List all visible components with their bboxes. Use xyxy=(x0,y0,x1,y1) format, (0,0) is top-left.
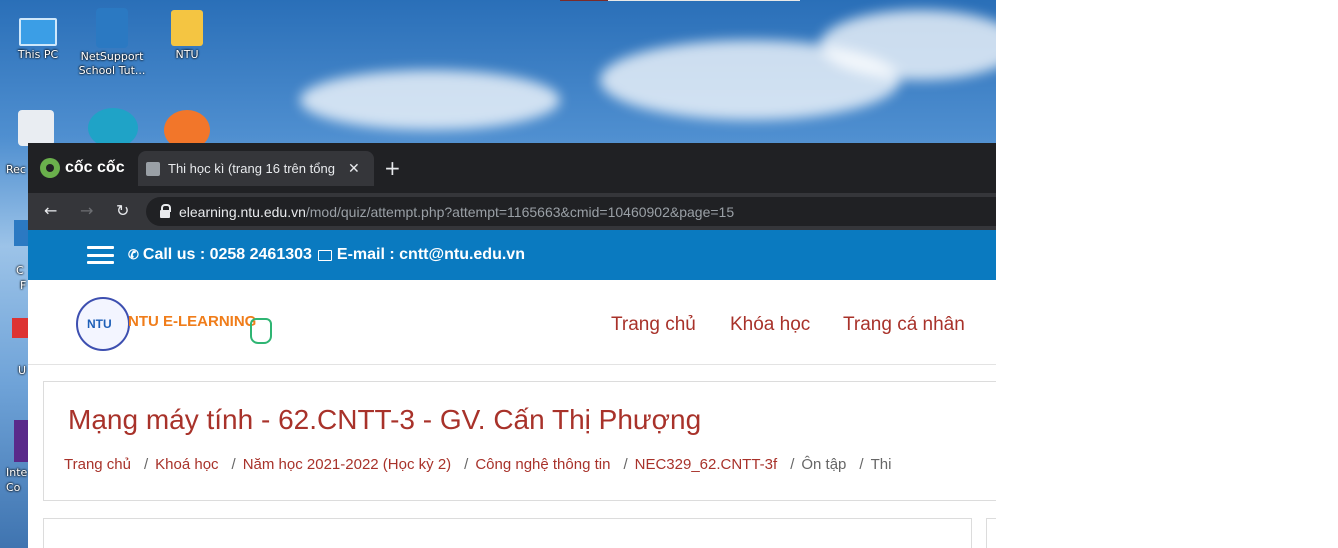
tab-title: Thi học kì (trang 16 trên tổng xyxy=(168,161,335,176)
desktop-icon-label: NetSupport School Tut... xyxy=(78,50,146,77)
desktop-partial-label: Co xyxy=(6,481,21,494)
new-tab-button[interactable]: + xyxy=(384,157,401,179)
address-bar[interactable]: elearning.ntu.edu.vn/mod/quiz/attempt.ph… xyxy=(146,197,996,226)
quiz-navigation-panel xyxy=(986,518,996,548)
nav-courses[interactable]: Khóa học xyxy=(730,314,810,336)
breadcrumb: Trang chủ / Khoá học / Năm học 2021-2022 (Họ… xyxy=(64,456,892,473)
mail-icon xyxy=(317,249,332,261)
tab-bar: cốc cốc Thi học kì (trang 16 trên tổng ✕… xyxy=(28,143,996,193)
menu-hamburger-icon[interactable] xyxy=(87,246,114,264)
desktop-partial-label: F xyxy=(20,279,27,292)
call-label: Call us : 0258 2461303 xyxy=(142,246,312,263)
monitor-icon xyxy=(19,18,57,46)
desktop-partial-label: C xyxy=(16,264,24,277)
brand-label: cốc cốc xyxy=(65,159,125,176)
breadcrumb-item[interactable]: Công nghệ thông tin xyxy=(475,456,610,473)
browser-toolbar: ← → ↻ elearning.ntu.edu.vn/mod/quiz/atte… xyxy=(28,193,996,230)
breadcrumb-item[interactable]: NEC329_62.CNTT-3f xyxy=(635,456,778,473)
browser-window: cốc cốc Thi học kì (trang 16 trên tổng ✕… xyxy=(28,143,996,548)
nav-profile[interactable]: Trang cá nhân xyxy=(843,314,965,336)
email-label[interactable]: E-mail : cntt@ntu.edu.vn xyxy=(337,246,525,264)
breadcrumb-item[interactable]: Năm học 2021-2022 (Học kỳ 2) xyxy=(243,456,451,473)
coccoc-brand[interactable]: cốc cốc xyxy=(40,157,125,179)
coccoc-logo-icon xyxy=(40,158,60,178)
netsupport-icon xyxy=(96,8,128,48)
desktop-partial-label: Inte xyxy=(6,466,28,479)
desktop-partial-label: U xyxy=(18,364,27,377)
close-tab-icon[interactable]: ✕ xyxy=(348,160,360,177)
top-strip xyxy=(608,0,800,1)
reload-button[interactable]: ↻ xyxy=(116,201,129,221)
url-host: elearning.ntu.edu.vn xyxy=(179,203,306,220)
desktop-partial-label: Rec xyxy=(6,163,26,176)
app-icon[interactable] xyxy=(12,318,28,338)
desktop-icon-netsupport[interactable]: NetSupport School Tut... xyxy=(77,8,147,78)
url-path: /mod/quiz/attempt.php?attempt=1165663&cm… xyxy=(305,203,735,220)
folder-icon xyxy=(171,10,203,46)
question-panel xyxy=(43,518,972,548)
forward-button[interactable]: → xyxy=(80,201,93,221)
ntu-logo[interactable] xyxy=(76,297,130,351)
course-title: Mạng máy tính - 62.CNTT-3 - GV. Cấn Thị … xyxy=(68,404,702,435)
top-strip xyxy=(560,0,608,1)
edge-icon[interactable] xyxy=(88,108,138,148)
breadcrumb-item[interactable]: Thi xyxy=(871,456,892,473)
desktop-icon-ntu-folder[interactable]: NTU xyxy=(152,10,222,62)
back-button[interactable]: ← xyxy=(44,201,57,221)
breadcrumb-item[interactable]: Ôn tập xyxy=(801,456,846,473)
desktop-icon-label: This PC xyxy=(17,48,59,61)
desktop-icon-label: NTU xyxy=(175,48,199,61)
breadcrumb-item[interactable]: Khoá học xyxy=(155,456,218,473)
breadcrumb-item[interactable]: Trang chủ xyxy=(64,456,131,473)
phone-icon: ✆ xyxy=(128,247,139,262)
nav-home[interactable]: Trang chủ xyxy=(611,314,696,336)
recycle-bin-icon[interactable] xyxy=(18,110,54,146)
tab-active[interactable]: Thi học kì (trang 16 trên tổng ✕ xyxy=(138,151,374,186)
site-topbar: ✆ Call us : 0258 2461303 E-mail : cntt@n… xyxy=(28,230,996,280)
page-favicon-icon xyxy=(146,161,160,176)
contact-info: ✆ Call us : 0258 2461303 E-mail : cntt@n… xyxy=(128,246,525,264)
desktop-icon-this-pc[interactable]: This PC xyxy=(3,10,73,62)
lock-icon[interactable] xyxy=(160,203,171,218)
hand-pointer-icon xyxy=(250,318,272,344)
site-name[interactable]: NTU E-LEARNING xyxy=(128,313,256,330)
course-header-card: Mạng máy tính - 62.CNTT-3 - GV. Cấn Thị … xyxy=(43,381,996,501)
cloud xyxy=(300,70,560,130)
site-header: NTU E-LEARNING Trang chủ Khóa học Trang … xyxy=(28,280,996,365)
